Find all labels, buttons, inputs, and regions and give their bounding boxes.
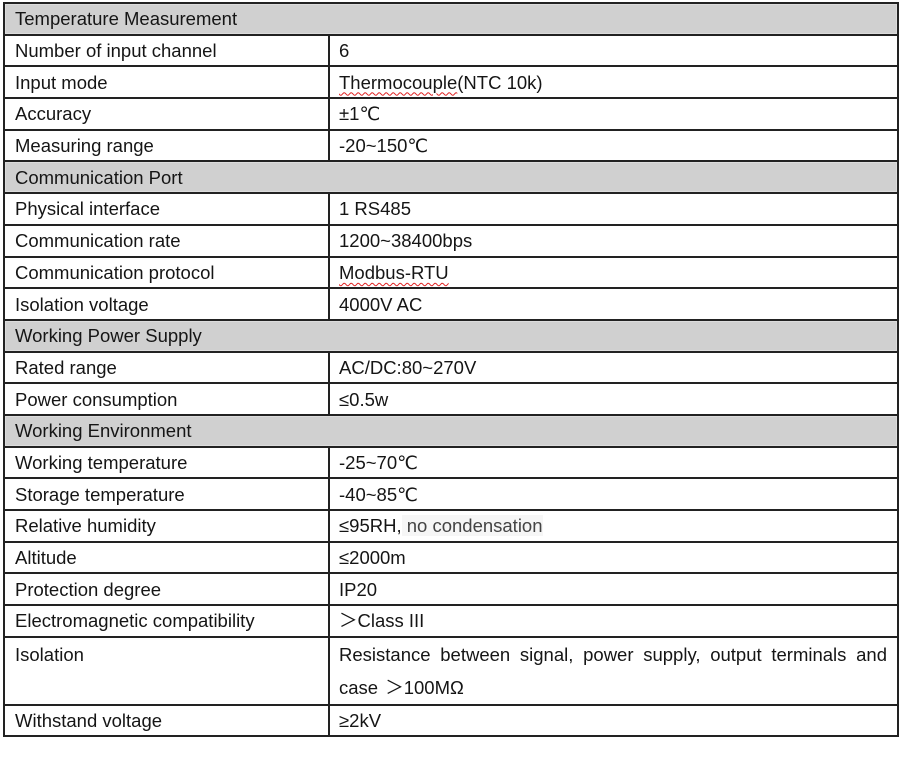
row-label: Isolation bbox=[3, 635, 330, 706]
table-row: Communication protocol Modbus-RTU bbox=[3, 255, 900, 290]
row-label: Physical interface bbox=[3, 192, 330, 226]
table-row: Input mode Thermocouple(NTC 10k) bbox=[3, 65, 900, 100]
row-label: Relative humidity bbox=[3, 509, 330, 543]
row-value: ≤2000m bbox=[327, 540, 900, 575]
table-row: Isolation Resistance between signal, pow… bbox=[3, 635, 900, 706]
row-value: Thermocouple(NTC 10k) bbox=[327, 65, 900, 100]
spellcheck-flagged-text[interactable]: Modbus-RTU bbox=[339, 262, 449, 283]
row-label: Storage temperature bbox=[3, 477, 330, 511]
row-label: Rated range bbox=[3, 350, 330, 385]
row-value: Resistance between signal, power supply,… bbox=[327, 635, 900, 706]
row-label: Working temperature bbox=[3, 445, 330, 480]
table-row: Electromagnetic compatibility ＞Class III bbox=[3, 604, 900, 638]
row-label: Communication rate bbox=[3, 223, 330, 258]
table-row: Withstand voltage ≥2kV bbox=[3, 703, 900, 738]
row-label: Measuring range bbox=[3, 128, 330, 163]
table-row: Number of input channel 6 bbox=[3, 33, 900, 68]
row-value: ＞Class III bbox=[327, 604, 900, 638]
row-value: -40~85℃ bbox=[327, 477, 900, 511]
row-value: IP20 bbox=[327, 572, 900, 607]
row-label: Input mode bbox=[3, 65, 330, 100]
specification-table: Temperature Measurement Number of input … bbox=[2, 2, 900, 738]
spellcheck-flagged-text[interactable]: Thermocouple bbox=[339, 72, 457, 93]
row-label: Communication protocol bbox=[3, 255, 330, 290]
section-header-row: Communication Port bbox=[2, 160, 900, 195]
row-value: ≤0.5w bbox=[327, 382, 900, 416]
row-value-suffix: no condensation bbox=[401, 515, 543, 537]
row-label: Power consumption bbox=[3, 382, 330, 416]
row-value: 1200~38400bps bbox=[327, 223, 900, 258]
row-label: Altitude bbox=[3, 540, 330, 575]
table-row: Power consumption ≤0.5w bbox=[3, 382, 900, 416]
table-row: Rated range AC/DC:80~270V bbox=[3, 350, 900, 385]
section-title-communication-port: Communication Port bbox=[2, 160, 900, 195]
row-value-suffix: (NTC 10k) bbox=[457, 71, 543, 93]
row-label: Number of input channel bbox=[3, 33, 330, 68]
table-row: Isolation voltage 4000V AC bbox=[3, 287, 900, 321]
section-header-row: Working Environment bbox=[2, 413, 900, 448]
table-row: Physical interface 1 RS485 bbox=[3, 192, 900, 226]
row-value: -20~150℃ bbox=[327, 128, 900, 163]
row-label: Protection degree bbox=[3, 572, 330, 607]
row-value: 1 RS485 bbox=[327, 192, 900, 226]
section-title-working-environment: Working Environment bbox=[2, 413, 900, 448]
row-label: Withstand voltage bbox=[3, 703, 330, 738]
table-row: Measuring range -20~150℃ bbox=[3, 128, 900, 163]
table-row: Working temperature -25~70℃ bbox=[3, 445, 900, 480]
section-header-row: Temperature Measurement bbox=[2, 2, 900, 36]
table-row: Protection degree IP20 bbox=[3, 572, 900, 607]
row-value: -25~70℃ bbox=[327, 445, 900, 480]
spec-table-frame: Temperature Measurement Number of input … bbox=[2, 2, 900, 738]
row-value: AC/DC:80~270V bbox=[327, 350, 900, 385]
section-title-working-power-supply: Working Power Supply bbox=[2, 318, 900, 353]
row-value: Modbus-RTU bbox=[327, 255, 900, 290]
row-value: ≥2kV bbox=[327, 703, 900, 738]
table-row: Relative humidity ≤95RH, no condensation bbox=[3, 509, 900, 543]
section-title-temperature-measurement: Temperature Measurement bbox=[2, 2, 900, 36]
row-value: 4000V AC bbox=[327, 287, 900, 321]
row-value: ≤95RH, no condensation bbox=[327, 509, 900, 543]
row-value: ±1℃ bbox=[327, 97, 900, 131]
section-header-row: Working Power Supply bbox=[2, 318, 900, 353]
table-row: Storage temperature -40~85℃ bbox=[3, 477, 900, 511]
row-label: Electromagnetic compatibility bbox=[3, 604, 330, 638]
table-row: Communication rate 1200~38400bps bbox=[3, 223, 900, 258]
row-label: Accuracy bbox=[3, 97, 330, 131]
row-value-main: ≤95RH, bbox=[339, 515, 402, 537]
table-row: Accuracy ±1℃ bbox=[3, 97, 900, 131]
row-value: 6 bbox=[327, 33, 900, 68]
row-label: Isolation voltage bbox=[3, 287, 330, 321]
table-row: Altitude ≤2000m bbox=[3, 540, 900, 575]
